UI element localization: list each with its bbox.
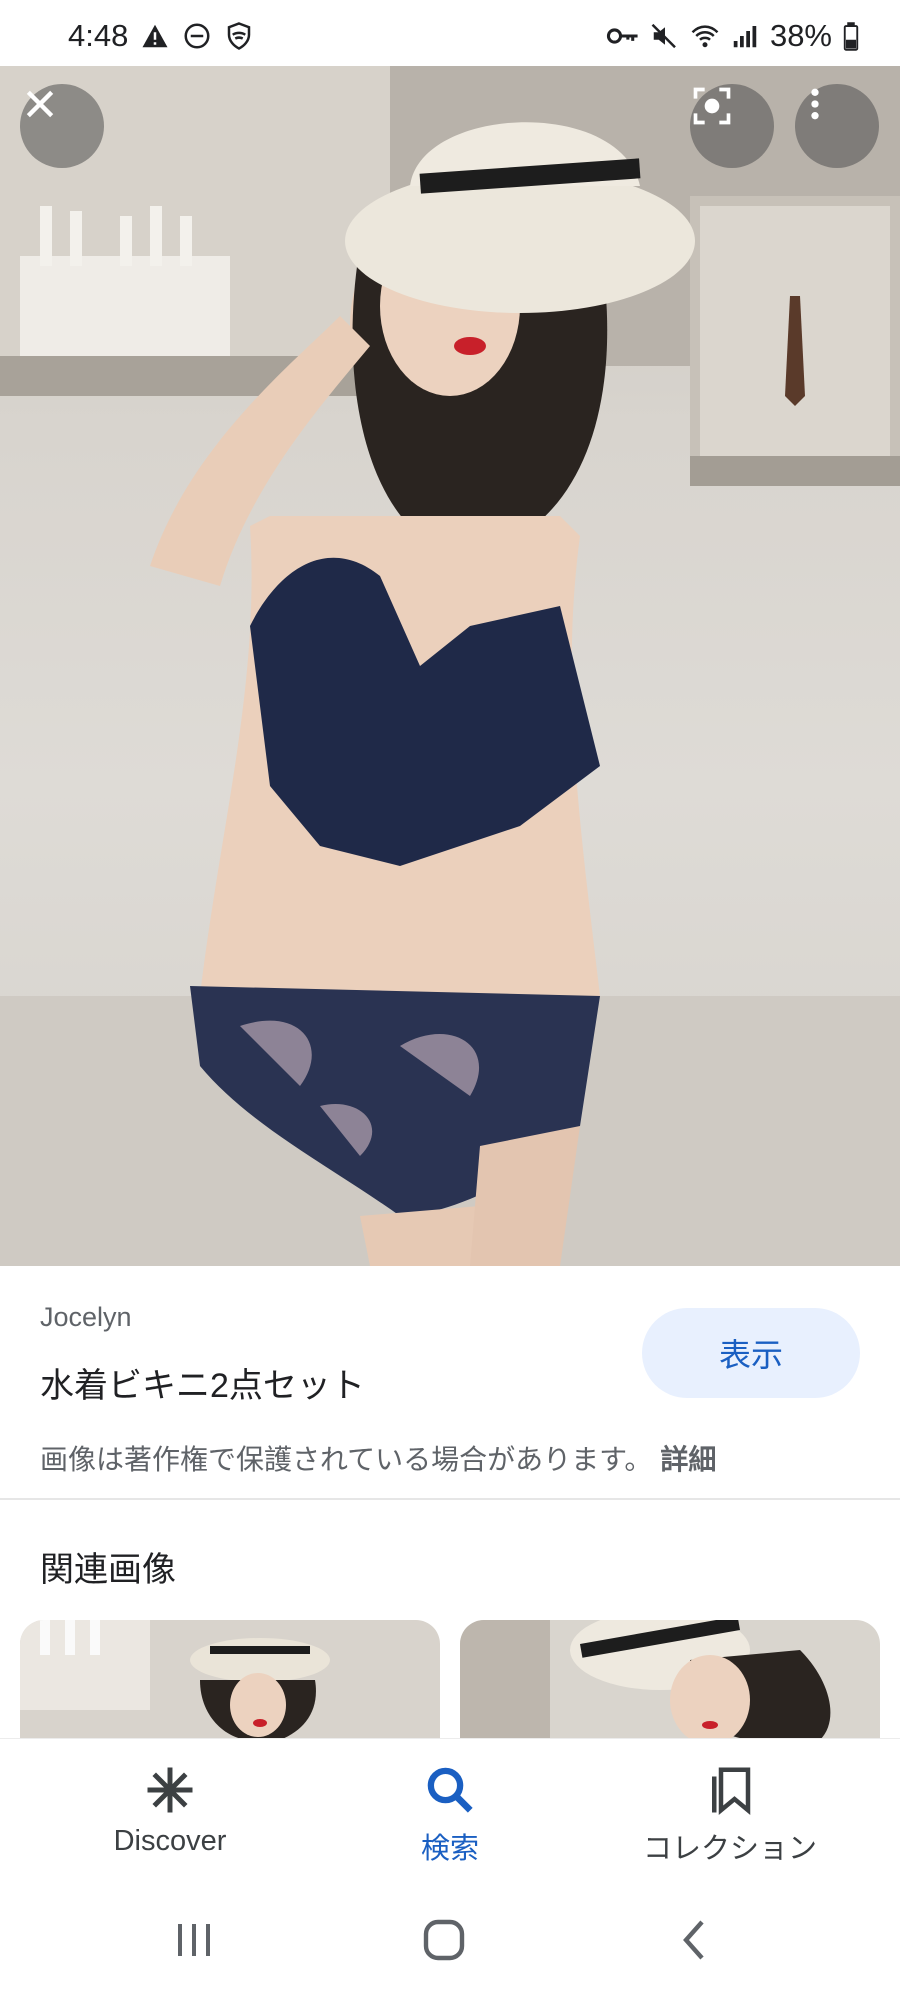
status-right: 38% <box>606 18 860 54</box>
details-link[interactable]: 詳細 <box>660 1444 716 1475</box>
dnd-icon <box>184 23 210 49</box>
system-navigation-bar <box>0 1878 900 2000</box>
image-preview[interactable] <box>0 66 900 1266</box>
related-thumbnail-2 <box>460 1620 880 1740</box>
wifi-icon <box>691 25 719 48</box>
status-bar: 4:48 38% <box>0 0 900 66</box>
vpn-key-icon <box>606 28 638 44</box>
view-button[interactable]: 表示 <box>642 1308 860 1398</box>
home-icon[interactable] <box>420 1916 468 1964</box>
battery-icon <box>843 22 859 51</box>
bottom-navigation: Discover 検索 コレクション <box>0 1738 900 1879</box>
battery-percent: 38% <box>769 18 832 53</box>
search-icon <box>427 1767 473 1813</box>
asterisk-icon <box>147 1767 193 1813</box>
more-vert-icon <box>811 88 819 120</box>
source-name[interactable]: Jocelyn <box>40 1302 132 1333</box>
close-icon <box>26 90 54 118</box>
recent-apps-icon[interactable] <box>170 1916 218 1964</box>
divider <box>0 1498 900 1500</box>
signal-icon <box>733 26 757 48</box>
nav-search[interactable]: 検索 <box>330 1763 570 1867</box>
lens-button[interactable] <box>690 84 774 168</box>
related-images-heading: 関連画像 <box>40 1551 176 1589</box>
related-thumbnail-1 <box>20 1620 440 1740</box>
status-left: 4:48 <box>68 18 254 54</box>
lens-icon <box>693 87 731 125</box>
warning-icon <box>142 24 168 48</box>
nav-discover-label: Discover <box>113 1825 227 1857</box>
copyright-text: 画像は著作権で保護されている場合があります。 <box>40 1444 653 1475</box>
status-time: 4:48 <box>68 18 129 53</box>
collections-icon <box>712 1767 751 1816</box>
close-button[interactable] <box>20 84 104 168</box>
related-image-thumbnail[interactable] <box>20 1620 440 1740</box>
more-options-button[interactable] <box>795 84 879 168</box>
related-image-thumbnail[interactable] <box>460 1620 880 1740</box>
result-info: Jocelyn 水着ビキニ2点セット 表示 画像は著作権で保護されている場合があ… <box>0 1266 900 1496</box>
copyright-notice: 画像は著作権で保護されている場合があります。 詳細 <box>40 1438 716 1478</box>
nav-collections-label: コレクション <box>642 1833 817 1865</box>
nav-discover[interactable]: Discover <box>50 1763 290 1858</box>
nav-collections[interactable]: コレクション <box>610 1763 850 1867</box>
photo-illustration <box>0 66 900 1266</box>
result-title[interactable]: 水着ビキニ2点セット <box>40 1358 365 1407</box>
nav-search-label: 検索 <box>420 1833 479 1865</box>
mute-icon <box>651 23 676 49</box>
shield-icon <box>228 22 251 50</box>
back-icon[interactable] <box>672 1916 720 1964</box>
